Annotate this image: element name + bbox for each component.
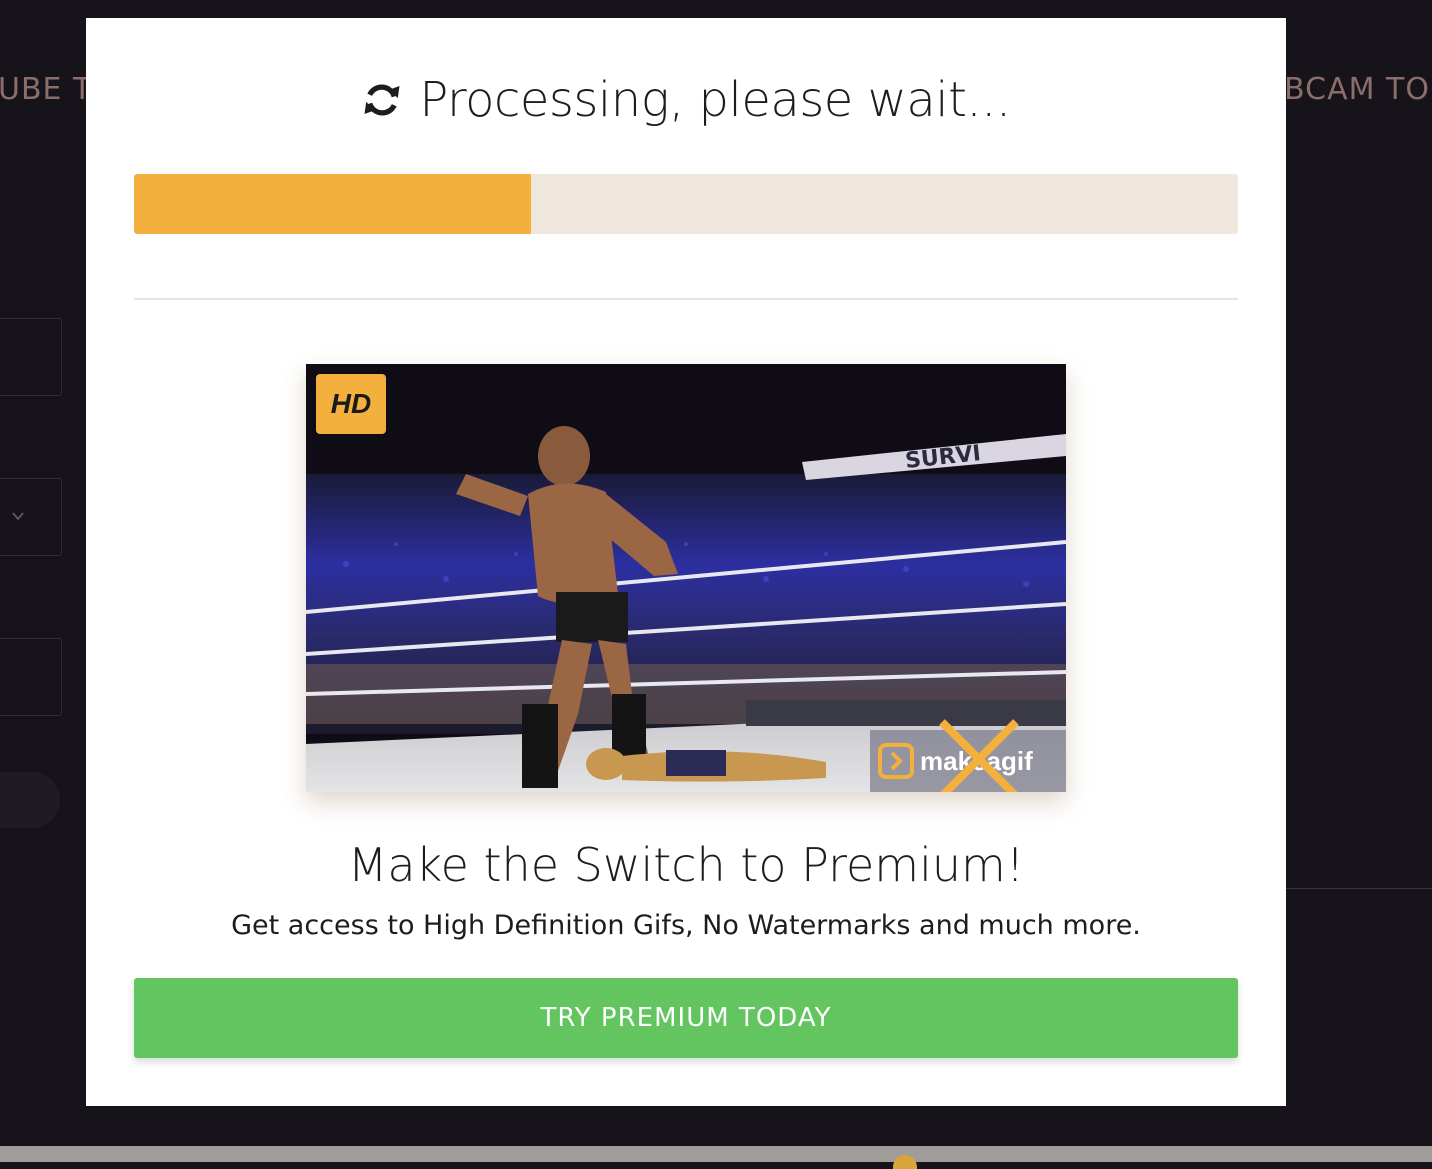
background-select-box [0,478,62,556]
background-input-box [0,318,62,396]
refresh-icon [364,84,400,116]
chevron-down-icon [12,512,24,521]
cross-out-icon [939,719,1019,792]
modal-title: Processing, please wait... [419,72,1011,128]
promo-subtext: Get access to High Definition Gifs, No W… [231,910,1141,941]
background-nav-right: EBCAM TO [1264,72,1430,107]
progress-bar-fill [134,174,532,234]
promo-heading: Make the Switch to Premium! [347,838,1025,892]
background-toggle [0,772,60,828]
makeagif-logo-icon [878,743,914,779]
background-input-box [0,638,62,716]
background-footer-strip [0,1146,1432,1162]
try-premium-button[interactable]: TRY PREMIUM TODAY [134,978,1238,1058]
premium-preview-image: SURVI HD [306,364,1066,792]
background-divider [1286,888,1432,889]
progress-bar [134,174,1238,234]
modal-header: Processing, please wait... [86,70,1286,130]
divider [134,298,1238,300]
hd-badge: HD [316,374,386,434]
processing-modal: Processing, please wait... SURVI HD Make… [86,18,1286,1106]
